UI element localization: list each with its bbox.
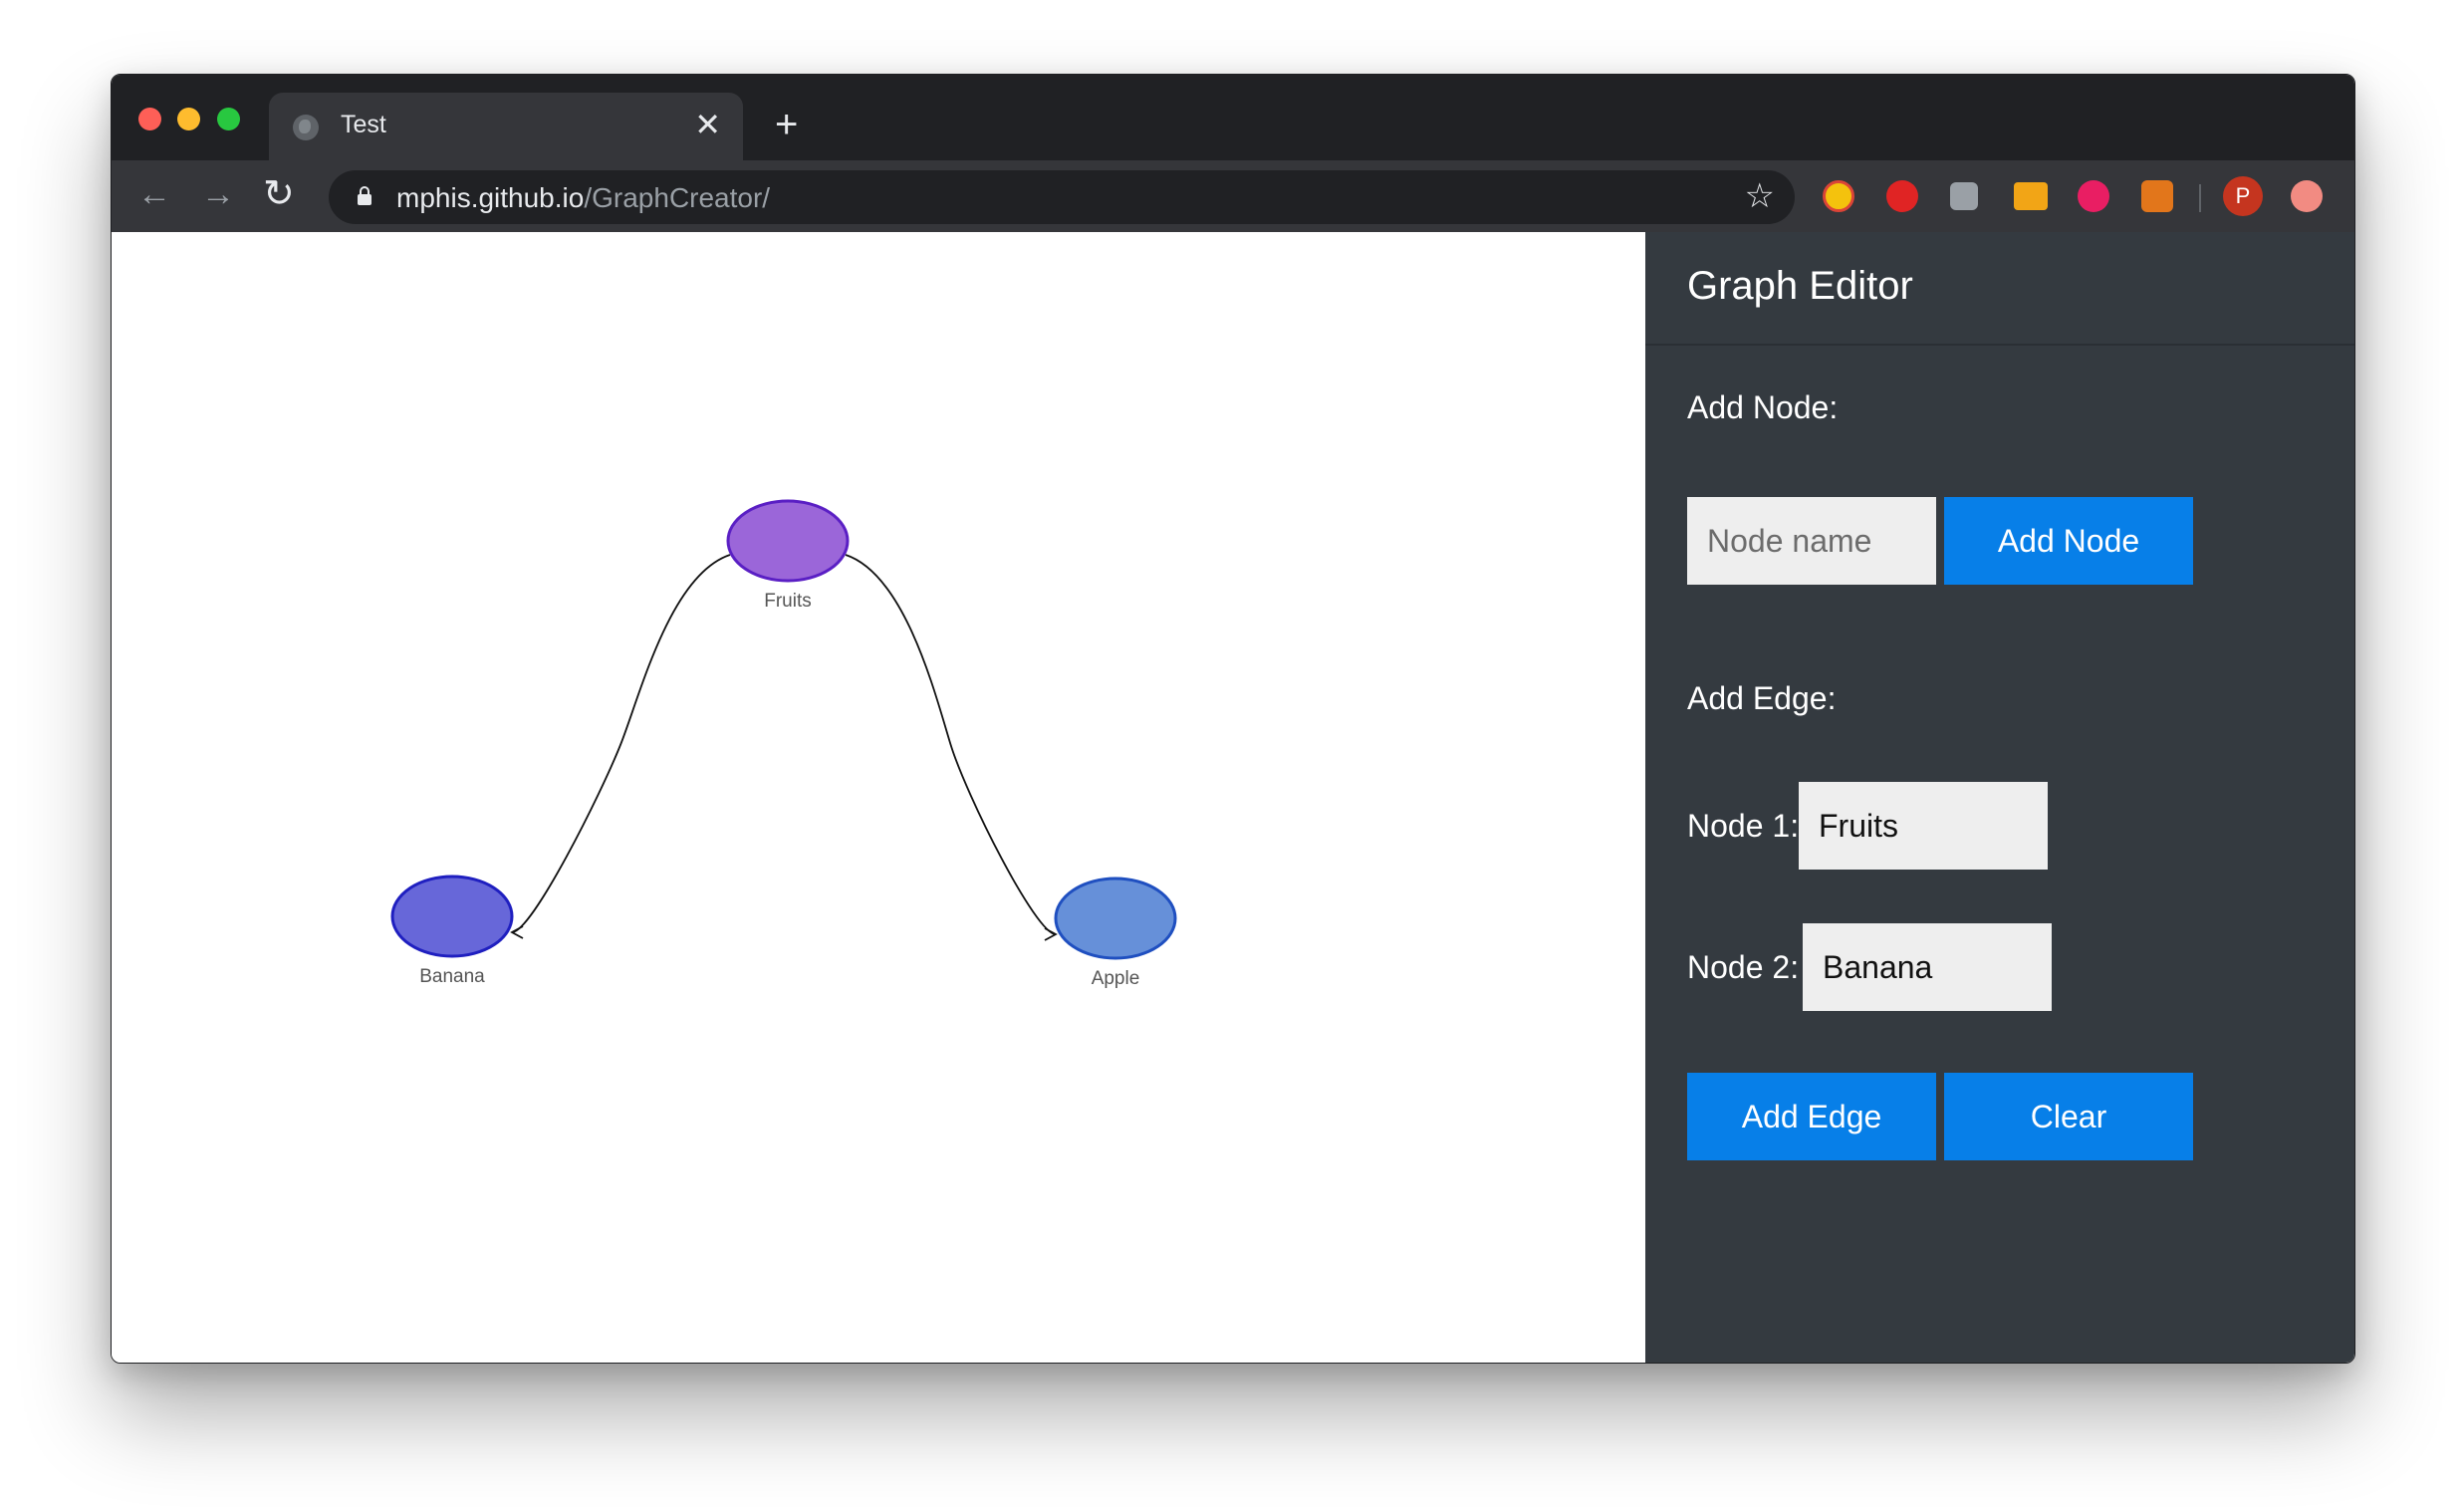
fox-extension-icon[interactable] xyxy=(2141,180,2173,212)
browser-toolbar: ← → ↻ mphis.github.io/GraphCreator/ ☆ P xyxy=(112,160,2354,232)
edges-layer xyxy=(510,554,1058,941)
graph-edge-fruits-apple[interactable] xyxy=(845,554,1058,941)
graph-edge-fruits-banana[interactable] xyxy=(510,554,731,939)
title-bar: Test ✕ + xyxy=(112,75,2354,160)
stop-hand-extension-icon[interactable] xyxy=(1886,180,1918,212)
clear-button[interactable]: Clear xyxy=(1944,1073,2193,1160)
graph-node-apple[interactable]: Apple xyxy=(1054,877,1177,989)
graph-node-banana[interactable]: Banana xyxy=(390,875,514,987)
url-host: mphis.github.io xyxy=(396,182,585,213)
w-extension-icon[interactable] xyxy=(1950,182,1978,210)
url-path: /GraphCreator/ xyxy=(584,182,771,213)
tab-close-icon[interactable]: ✕ xyxy=(694,107,721,142)
graph-node-label: Banana xyxy=(419,966,485,987)
node-name-input[interactable] xyxy=(1687,497,1936,585)
tab-title: Test xyxy=(341,111,386,138)
chrome-extension-icon[interactable] xyxy=(1823,180,1854,212)
node1-input[interactable] xyxy=(1799,782,2048,870)
panel-title: Graph Editor xyxy=(1687,264,1913,308)
url-text: mphis.github.io/GraphCreator/ xyxy=(396,182,770,214)
lock-icon xyxy=(358,186,371,205)
bookmark-star-icon[interactable]: ☆ xyxy=(1745,176,1775,216)
graph-canvas[interactable]: Fruits Banana Apple xyxy=(112,232,1645,1363)
toolbar-separator xyxy=(2199,184,2201,212)
add-edge-label: Add Edge: xyxy=(1687,680,1837,716)
profile-avatar[interactable]: P xyxy=(2223,176,2263,216)
update-icon[interactable] xyxy=(2291,180,2323,212)
back-arrow-icon[interactable]: ← xyxy=(137,174,171,214)
add-node-button[interactable]: Add Node xyxy=(1944,497,2193,585)
node2-input[interactable] xyxy=(1803,923,2052,1011)
node1-label: Node 1: xyxy=(1687,808,1800,844)
add-edge-button[interactable]: Add Edge xyxy=(1687,1073,1936,1160)
page-content: Fruits Banana Apple Graph Editor Add Node:… xyxy=(112,232,2354,1363)
close-window-button[interactable] xyxy=(138,108,161,130)
orange-extension-icon[interactable] xyxy=(2014,182,2048,210)
graph-node-fruits[interactable]: Fruits xyxy=(726,499,850,612)
graph-node-label: Apple xyxy=(1092,968,1140,989)
graph-node-shape[interactable] xyxy=(726,499,850,583)
panel-divider xyxy=(1645,344,2354,346)
browser-window: Test ✕ + ← → ↻ mphis.github.io/GraphCrea… xyxy=(111,74,2355,1364)
address-bar[interactable]: mphis.github.io/GraphCreator/ ☆ xyxy=(329,170,1795,224)
browser-tab[interactable]: Test ✕ xyxy=(269,93,743,160)
globe-icon xyxy=(293,115,319,140)
m-extension-icon[interactable] xyxy=(2078,180,2109,212)
new-tab-button[interactable]: + xyxy=(775,105,798,144)
graph-node-label: Fruits xyxy=(764,591,812,612)
graph-editor-panel: Graph Editor Add Node: Add Node Add Edge… xyxy=(1645,232,2354,1363)
reload-icon[interactable]: ↻ xyxy=(263,174,295,214)
forward-arrow-icon[interactable]: → xyxy=(201,174,235,214)
node2-label: Node 2: xyxy=(1687,949,1800,985)
minimize-window-button[interactable] xyxy=(177,108,200,130)
graph-node-shape[interactable] xyxy=(390,875,514,958)
add-node-label: Add Node: xyxy=(1687,389,1839,425)
maximize-window-button[interactable] xyxy=(217,108,240,130)
nodes-layer: Fruits Banana Apple xyxy=(390,499,1177,989)
graph-node-shape[interactable] xyxy=(1054,877,1177,960)
